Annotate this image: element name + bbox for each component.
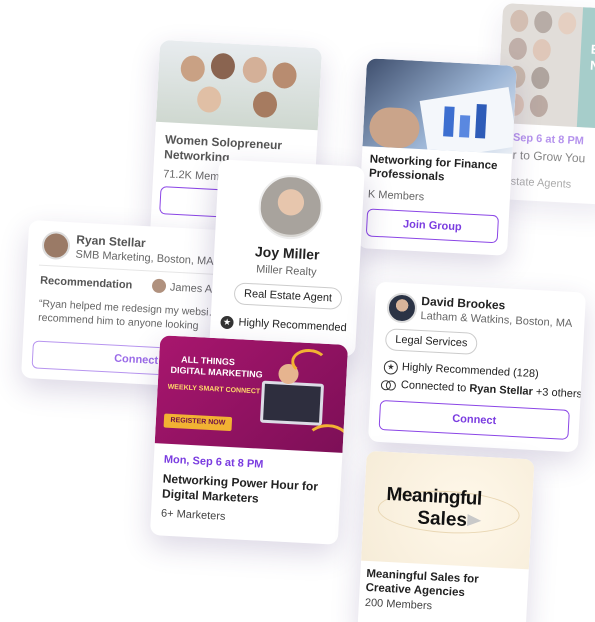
person-face	[180, 55, 206, 83]
person-face	[557, 11, 577, 35]
profession-tag: Real Estate Agent	[233, 282, 343, 310]
event-banner: ALL THINGS DIGITAL MARKETING WEEKLY SMAR…	[154, 335, 349, 453]
profession-tag: Legal Services	[384, 328, 478, 355]
profile-name: David Brookes	[421, 294, 506, 313]
event-title: Networking Power Hour for Digital Market…	[161, 471, 319, 506]
star-badge-icon: ★	[220, 315, 234, 330]
group-title: Networking for Finance Professionals	[368, 153, 498, 184]
group-card-meaningful-sales[interactable]: Meaningful Sales Meaningful Sales for Cr…	[357, 450, 535, 622]
group-photo	[362, 58, 517, 154]
person-face	[509, 9, 529, 33]
banner-headline: DIGITAL MARKETING	[170, 364, 263, 380]
person-face	[252, 90, 278, 119]
chart-bar	[443, 106, 455, 137]
connections-text: Connected to Ryan Stellar +3 others	[401, 379, 583, 400]
event-attendees: 6+ Marketers	[160, 507, 226, 523]
recommender-avatar	[151, 278, 167, 294]
banner-register-button[interactable]: REGISTER NOW	[163, 413, 233, 432]
chart-bar	[475, 104, 487, 139]
section-label: Recommendation	[39, 274, 133, 292]
recommender-name: James Ac	[169, 281, 218, 296]
recommendation-quote: “Ryan helped me redesign my websi… recom…	[37, 297, 220, 333]
person-face	[196, 85, 222, 114]
banner-subheadline: WEEKLY SMART CONNECT	[167, 383, 261, 396]
person-face	[210, 52, 236, 80]
group-card-finance[interactable]: Networking for Finance Professionals K M…	[357, 58, 517, 256]
paper-plane-icon	[467, 514, 482, 527]
member-subtitle: SMB Marketing, Boston, MA	[75, 248, 214, 268]
person-face	[530, 66, 550, 90]
chart-bar	[459, 115, 471, 138]
group-members: 200 Members	[364, 596, 433, 613]
profile-card-david-brookes[interactable]: David Brookes Latham & Watkins, Boston, …	[367, 281, 587, 453]
connections-icon	[380, 380, 398, 391]
banner-logo-line: Sales	[416, 507, 468, 532]
member-name: Ryan Stellar	[75, 232, 146, 251]
hand	[368, 106, 421, 150]
stage: E N n, Sep 6 at 8 PM our to Grow You l E…	[0, 0, 595, 622]
avatar	[41, 230, 71, 261]
profile-name: Joy Miller	[254, 243, 320, 263]
connection-name[interactable]: Ryan Stellar	[469, 383, 533, 398]
person-face	[533, 10, 553, 34]
person-face	[508, 37, 528, 61]
profile-company: Miller Realty	[255, 263, 317, 279]
panel-letter: N	[589, 57, 595, 74]
event-card-digital-marketing[interactable]: ALL THINGS DIGITAL MARKETING WEEKLY SMAR…	[149, 335, 349, 545]
avatar	[257, 173, 325, 241]
star-badge-icon: ★	[383, 360, 399, 375]
avatar	[386, 292, 418, 324]
event-date: Mon, Sep 6 at 8 PM	[163, 453, 264, 471]
group-photo	[155, 39, 323, 131]
person-face	[532, 38, 552, 62]
profile-card-joy-miller[interactable]: Joy Miller Miller Realty Real Estate Age…	[209, 159, 365, 357]
connections-suffix: +3 others	[535, 386, 583, 401]
group-banner: Meaningful Sales	[361, 450, 535, 570]
join-group-button[interactable]: Join Group	[365, 208, 500, 244]
laptop-illustration	[259, 380, 325, 426]
panel-letter: E	[590, 41, 595, 58]
person-face	[529, 94, 549, 118]
recommendation-count: Highly Recommended (128)	[401, 361, 539, 381]
profile-subtitle: Latham & Watkins, Boston, MA	[420, 309, 573, 330]
teal-panel: E N	[576, 7, 595, 130]
group-members: K Members	[367, 188, 425, 204]
recommendation-status: Highly Recommended	[238, 316, 347, 335]
person-face	[242, 56, 268, 84]
gold-curves	[304, 422, 349, 453]
person-face	[271, 61, 298, 90]
connections-prefix: Connected to	[400, 379, 467, 395]
connect-button[interactable]: Connect	[378, 399, 570, 440]
connections-icon-ring	[385, 380, 397, 391]
